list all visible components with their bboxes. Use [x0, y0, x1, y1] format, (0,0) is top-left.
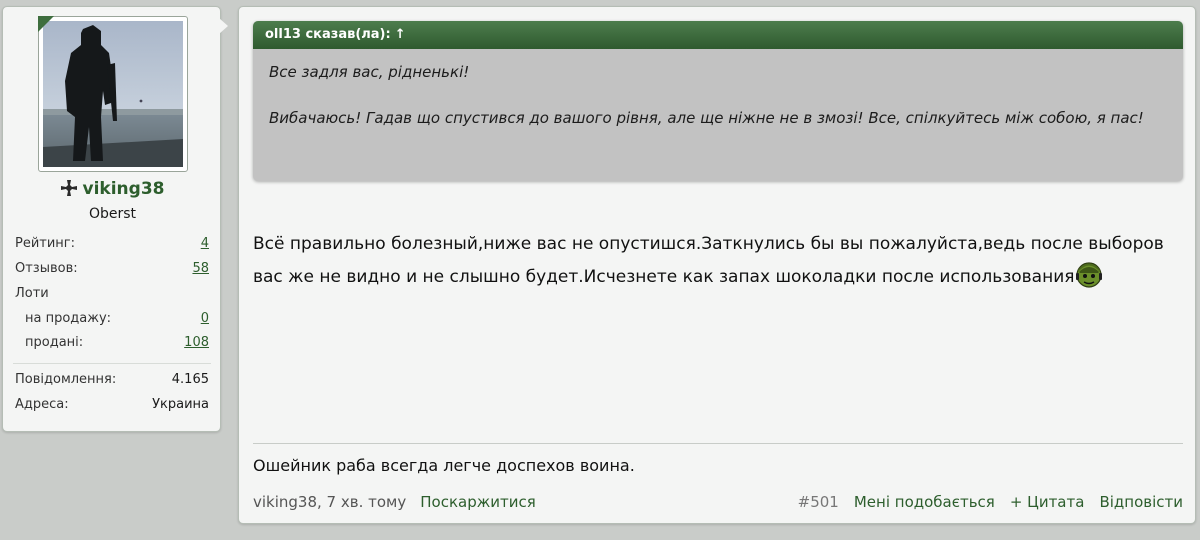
panel-arrow — [219, 18, 228, 34]
signature-divider — [253, 443, 1183, 444]
lots-heading: Лоти — [15, 286, 209, 306]
username-link[interactable]: viking38 — [83, 179, 165, 199]
quote-body: Все задля вас, рідненькі! Вибачаюсь! Гад… — [253, 49, 1183, 142]
stat-value: Украина — [152, 397, 209, 412]
stat-label: Лоти — [15, 286, 49, 301]
stat-label: Отзывов: — [15, 261, 78, 276]
stat-label: Повідомлення: — [15, 372, 117, 387]
message-body: Всё правильно болезный,ниже вас не опуст… — [253, 234, 1164, 287]
stat-lots-for-sale: на продажу: 0 — [15, 311, 209, 331]
avatar-corner-ribbon — [38, 16, 54, 32]
stat-value: 4.165 — [171, 372, 209, 387]
stat-value-link[interactable]: 0 — [201, 311, 209, 331]
stat-label: Адреса: — [15, 397, 69, 412]
quote-header[interactable]: oll13 сказав(ла): ↑ — [253, 21, 1183, 49]
stat-address: Адреса: Украина — [15, 397, 209, 417]
stat-reviews: Отзывов: 58 — [15, 261, 209, 281]
report-link[interactable]: Поскаржитися — [420, 493, 536, 511]
user-title: Oberst — [88, 206, 137, 222]
signature: Ошейник раба всегда легче доспехов воина… — [253, 456, 635, 475]
avatar-image — [43, 21, 183, 167]
post-number-link[interactable]: #501 — [798, 493, 839, 511]
divider — [13, 363, 211, 364]
username-row: viking38 — [3, 179, 222, 199]
iron-cross-icon — [60, 180, 77, 196]
stat-lots-sold: продані: 108 — [15, 335, 209, 355]
soldier-smiley-icon — [1076, 262, 1103, 288]
stat-label: Рейтинг: — [15, 236, 76, 251]
user-panel: viking38 Oberst Рейтинг: 4 Отзывов: 58 Л… — [2, 6, 221, 432]
post-actions: #501 Мені подобається + Цитата Відповіст… — [798, 493, 1183, 511]
quote-line: Все задля вас, рідненькі! — [269, 63, 470, 81]
like-link[interactable]: Мені подобається — [854, 493, 995, 511]
stat-messages: Повідомлення: 4.165 — [15, 372, 209, 392]
message-text: Всё правильно болезный,ниже вас не опуст… — [253, 229, 1183, 292]
post-footer: viking38, 7 хв. тому Поскаржитися #501 М… — [253, 491, 1183, 513]
stat-rating: Рейтинг: 4 — [15, 236, 209, 256]
quote-author[interactable]: oll13 сказав(ла): — [265, 27, 391, 42]
stat-label: продані: — [25, 335, 84, 350]
quote-link[interactable]: + Цитата — [1010, 493, 1085, 511]
avatar[interactable] — [38, 16, 188, 172]
arrow-up-icon[interactable]: ↑ — [395, 27, 406, 42]
stat-value-link[interactable]: 108 — [184, 335, 209, 355]
quote-line: Вибачаюсь! Гадав що спустився до вашого … — [269, 109, 1144, 127]
post: oll13 сказав(ла): ↑ Все задля вас, ріднен… — [238, 6, 1196, 524]
stat-value-link[interactable]: 58 — [192, 261, 209, 281]
author-time-link[interactable]: viking38, 7 хв. тому — [253, 493, 406, 511]
quote-block: oll13 сказав(ла): ↑ Все задля вас, ріднен… — [253, 21, 1183, 181]
stat-value-link[interactable]: 4 — [201, 236, 209, 256]
reply-link[interactable]: Відповісти — [1099, 493, 1183, 511]
stat-label: на продажу: — [25, 311, 112, 326]
